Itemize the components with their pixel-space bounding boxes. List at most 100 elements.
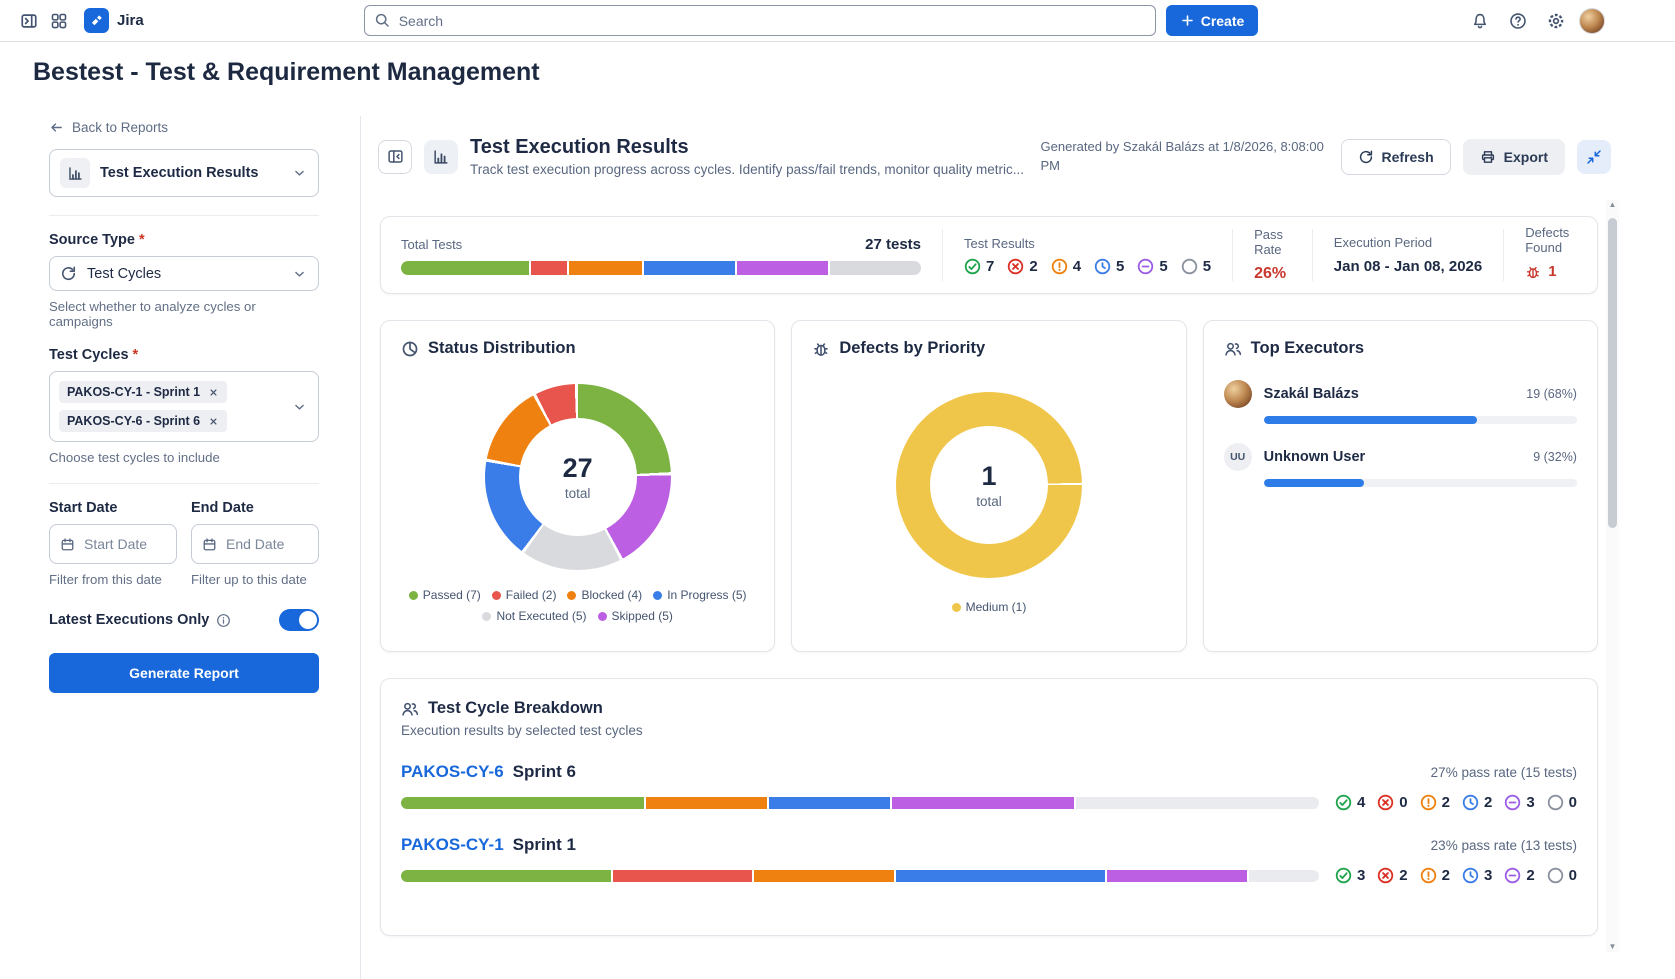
- divider: [1312, 229, 1313, 281]
- legend-item[interactable]: Skipped (5): [598, 609, 673, 623]
- defects-by-priority-card: Defects by Priority 1 total Medium (1): [791, 320, 1186, 652]
- test-cycles-help: Choose test cycles to include: [49, 450, 319, 465]
- count-passed: 4: [1335, 794, 1365, 811]
- cycle-name: Sprint 1: [513, 835, 576, 855]
- clock-icon: [1462, 794, 1479, 811]
- source-type-help: Select whether to analyze cycles or camp…: [49, 299, 319, 329]
- plus-icon: [1180, 13, 1195, 28]
- legend-item[interactable]: Passed (7): [409, 588, 481, 602]
- cycle-tag[interactable]: PAKOS-CY-6 - Sprint 6: [59, 410, 227, 432]
- jira-home-link[interactable]: Jira: [84, 8, 144, 33]
- circle-icon: [1181, 258, 1198, 275]
- legend-item[interactable]: Failed (2): [492, 588, 557, 602]
- x-circle-icon: [1377, 867, 1394, 884]
- execution-period-value: Jan 08 - Jan 08, 2026: [1334, 258, 1482, 275]
- alert-circle-icon: [1420, 867, 1437, 884]
- refresh-icon: [1358, 149, 1374, 165]
- legend-item[interactable]: Not Executed (5): [482, 609, 586, 623]
- create-button[interactable]: Create: [1166, 5, 1259, 36]
- cycle-key-link[interactable]: PAKOS-CY-1: [401, 835, 504, 855]
- count-failed: 0: [1377, 794, 1407, 811]
- count-failed: 2: [1377, 867, 1407, 884]
- summary-card: Total Tests 27 tests Test Results 724555…: [380, 216, 1598, 294]
- test-cycles-select[interactable]: PAKOS-CY-1 - Sprint 1 PAKOS-CY-6 - Sprin…: [49, 371, 319, 442]
- chevron-down-icon: [292, 166, 307, 181]
- bar-segment-failed: [531, 261, 567, 275]
- global-search: [364, 5, 1156, 36]
- latest-executions-label: Latest Executions Only: [49, 612, 209, 628]
- divider: [942, 229, 943, 281]
- circle-icon: [1547, 794, 1564, 811]
- count-blocked: 4: [1051, 258, 1081, 275]
- export-button[interactable]: Export: [1463, 139, 1565, 175]
- minus-circle-icon: [1137, 258, 1154, 275]
- breakdown-subtitle: Execution results by selected test cycle…: [401, 723, 1577, 738]
- x-circle-icon: [1377, 794, 1394, 811]
- arrow-left-icon: [49, 120, 64, 135]
- panel-collapse-icon: [387, 148, 404, 165]
- start-date-help: Filter from this date: [49, 572, 177, 587]
- check-circle-icon: [1335, 867, 1352, 884]
- remove-tag-icon[interactable]: [208, 416, 219, 427]
- total-tests-label: Total Tests: [401, 237, 462, 252]
- remove-tag-icon[interactable]: [208, 387, 219, 398]
- scrollbar-thumb[interactable]: [1608, 218, 1617, 528]
- user-avatar[interactable]: [1579, 8, 1605, 34]
- generate-report-button[interactable]: Generate Report: [49, 653, 319, 693]
- count-skipped: 2: [1504, 867, 1534, 884]
- executor-avatar: UU: [1224, 443, 1252, 471]
- cycle-pass-rate: 27% pass rate (15 tests): [1431, 765, 1577, 780]
- sidebar-toggle-icon[interactable]: [14, 6, 44, 36]
- main-scrollbar[interactable]: ▲ ▼: [1606, 200, 1619, 952]
- cycle-row: PAKOS-CY-1 Sprint 1 23% pass rate (13 te…: [401, 835, 1577, 884]
- cycle-tag[interactable]: PAKOS-CY-1 - Sprint 1: [59, 381, 227, 403]
- divider: [1503, 229, 1504, 281]
- divider: [49, 215, 319, 216]
- app-grid-icon[interactable]: [44, 6, 74, 36]
- bar-segment-passed: [401, 797, 644, 809]
- bell-icon[interactable]: [1465, 6, 1495, 36]
- end-date-input[interactable]: End Date: [191, 524, 319, 564]
- minus-circle-icon: [1504, 867, 1521, 884]
- help-icon[interactable]: [1503, 6, 1533, 36]
- legend-item[interactable]: Medium (1): [952, 600, 1027, 614]
- executor-avatar: [1224, 380, 1252, 408]
- scrollbar-down-arrow[interactable]: ▼: [1606, 942, 1619, 952]
- calendar-icon: [202, 537, 217, 552]
- collapse-panel-button[interactable]: [1577, 140, 1611, 174]
- total-tests-value: 27 tests: [865, 236, 921, 253]
- end-date-help: Filter up to this date: [191, 572, 319, 587]
- top-executors-card: Top Executors Szakál Balázs 19 (68%): [1203, 320, 1598, 652]
- legend-item[interactable]: Blocked (4): [567, 588, 642, 602]
- panel-collapse-button[interactable]: [378, 140, 412, 174]
- defects-found-column: Defects Found 1: [1525, 225, 1577, 285]
- bar-segment-not_executed: [1249, 870, 1319, 882]
- legend-item[interactable]: In Progress (5): [653, 588, 746, 602]
- search-input[interactable]: [364, 5, 1156, 36]
- bar-chart-icon: [60, 158, 90, 188]
- cycle-key-link[interactable]: PAKOS-CY-6: [401, 762, 504, 782]
- report-type-select[interactable]: Test Execution Results: [49, 149, 319, 197]
- latest-executions-toggle[interactable]: [279, 609, 319, 631]
- bar-segment-skipped: [1107, 870, 1247, 882]
- chevron-down-icon: [292, 266, 307, 281]
- refresh-button[interactable]: Refresh: [1341, 139, 1451, 175]
- info-icon[interactable]: [216, 613, 231, 628]
- app-name: Jira: [117, 12, 144, 29]
- scrollbar-up-arrow[interactable]: ▲: [1606, 200, 1619, 210]
- cycle-result-bar: [401, 870, 1319, 882]
- people-icon: [1224, 340, 1242, 358]
- start-date-input[interactable]: Start Date: [49, 524, 177, 564]
- executor-progress-bar: [1264, 479, 1577, 487]
- defects-total: 1: [981, 461, 996, 492]
- defects-found-value: 1: [1548, 263, 1556, 280]
- source-type-select[interactable]: Test Cycles: [49, 256, 319, 291]
- clock-icon: [1094, 258, 1111, 275]
- alert-circle-icon: [1420, 794, 1437, 811]
- chevron-down-icon: [292, 399, 307, 414]
- report-config-sidebar: Back to Reports Test Execution Results S…: [49, 120, 319, 693]
- count-passed: 3: [1335, 867, 1365, 884]
- back-to-reports-link[interactable]: Back to Reports: [49, 120, 168, 135]
- gear-icon[interactable]: [1541, 6, 1571, 36]
- count-skipped: 5: [1137, 258, 1167, 275]
